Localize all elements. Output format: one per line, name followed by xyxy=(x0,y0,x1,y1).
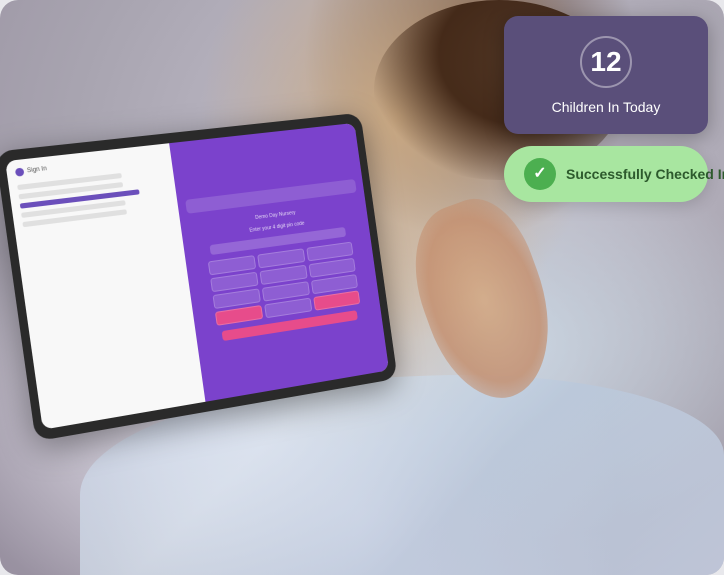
tablet-app-panel: Demo Day Nursery Enter your 4 digit pin … xyxy=(169,123,389,402)
success-icon-circle: ✓ xyxy=(524,158,556,190)
main-scene: Sign In Demo Day Nursery Enter your 4 di… xyxy=(0,0,724,575)
keypad-clear[interactable] xyxy=(215,304,264,325)
tablet-header xyxy=(185,179,356,214)
children-count-label: Children In Today xyxy=(520,98,692,116)
children-count-card: 12 Children In Today xyxy=(504,16,708,134)
keypad-0[interactable] xyxy=(264,297,312,318)
tablet-logo: Sign In xyxy=(15,152,164,177)
tablet-screen: Sign In Demo Day Nursery Enter your 4 di… xyxy=(5,123,389,430)
tablet-input-label: Demo Day Nursery xyxy=(255,209,296,220)
overlay-cards: 12 Children In Today ✓ Successfully Chec… xyxy=(504,0,724,202)
tablet-pin-label: Enter your 4 digit pin code xyxy=(249,220,305,233)
keypad-delete[interactable] xyxy=(313,290,360,310)
children-count-number: 12 xyxy=(590,48,621,76)
success-notification-card: ✓ Successfully Checked In xyxy=(504,146,708,202)
logo-dot xyxy=(15,168,25,177)
logo-text: Sign In xyxy=(27,166,48,174)
success-message-text: Successfully Checked In xyxy=(566,166,724,182)
checkmark-icon: ✓ xyxy=(533,166,546,182)
children-number-circle: 12 xyxy=(580,36,632,88)
